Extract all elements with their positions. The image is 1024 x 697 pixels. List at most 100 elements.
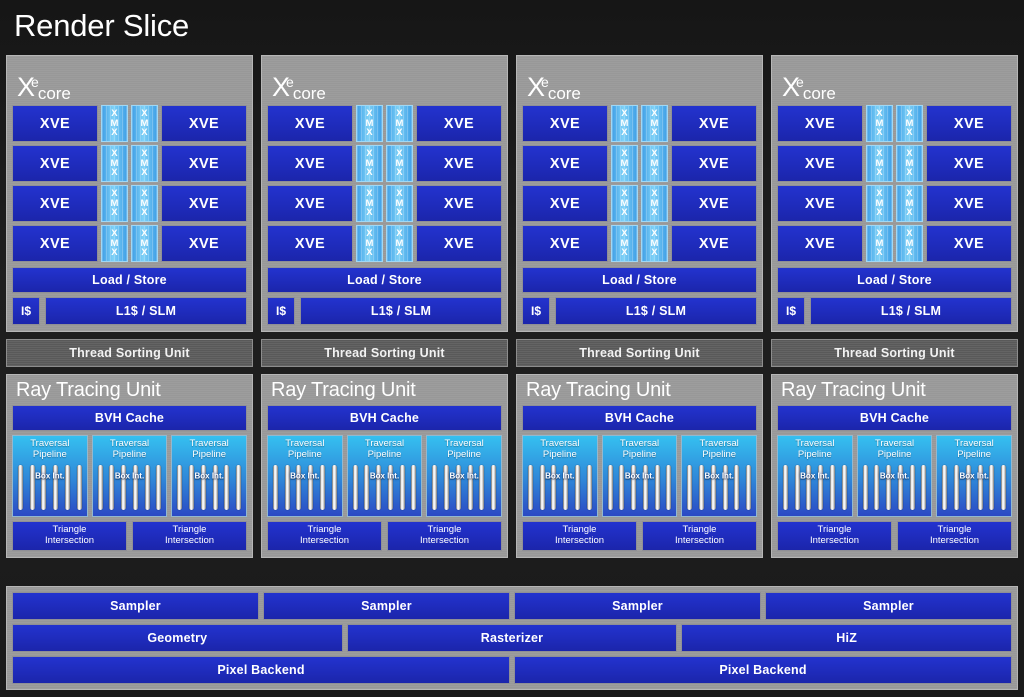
triangle-intersection[interactable]: Triangle Intersection	[642, 521, 757, 551]
xve-block[interactable]: XVE	[522, 145, 608, 182]
instruction-cache-block[interactable]: I$	[777, 297, 805, 325]
xve-block[interactable]: XVE	[522, 185, 608, 222]
thread-sorting-unit[interactable]: Thread Sorting Unit	[516, 339, 763, 367]
xve-block[interactable]: XVE	[777, 105, 863, 142]
xve-block[interactable]: XVE	[267, 105, 353, 142]
xmx-block[interactable]: X M X	[386, 145, 413, 182]
traversal-pipeline[interactable]: Traversal Pipeline Box Int.	[601, 435, 678, 517]
instruction-cache-block[interactable]: I$	[522, 297, 550, 325]
xve-block[interactable]: XVE	[12, 145, 98, 182]
instruction-cache-block[interactable]: I$	[267, 297, 295, 325]
xve-block[interactable]: XVE	[671, 105, 757, 142]
xmx-block[interactable]: X M X	[896, 185, 923, 222]
xmx-block[interactable]: X M X	[866, 185, 893, 222]
load-store-block[interactable]: Load / Store	[12, 267, 247, 293]
xmx-block[interactable]: X M X	[386, 105, 413, 142]
l1-slm-block[interactable]: L1$ / SLM	[300, 297, 502, 325]
traversal-pipeline[interactable]: Traversal Pipeline Box Int.	[522, 435, 598, 517]
xve-block[interactable]: XVE	[161, 185, 247, 222]
xve-block[interactable]: XVE	[161, 105, 247, 142]
xve-block[interactable]: XVE	[926, 225, 1012, 262]
triangle-intersection[interactable]: Triangle Intersection	[897, 521, 1012, 551]
xve-block[interactable]: XVE	[12, 105, 98, 142]
thread-sorting-unit[interactable]: Thread Sorting Unit	[261, 339, 508, 367]
traversal-pipeline[interactable]: Traversal Pipeline Box Int.	[346, 435, 423, 517]
xmx-block[interactable]: X M X	[641, 105, 668, 142]
triangle-intersection[interactable]: Triangle Intersection	[12, 521, 127, 551]
triangle-intersection[interactable]: Triangle Intersection	[267, 521, 382, 551]
pixel-backend-block[interactable]: Pixel Backend	[12, 656, 510, 684]
xve-block[interactable]: XVE	[926, 105, 1012, 142]
traversal-pipeline[interactable]: Traversal Pipeline Box Int.	[91, 435, 168, 517]
xve-block[interactable]: XVE	[522, 105, 608, 142]
traversal-pipeline[interactable]: Traversal Pipeline Box Int.	[936, 435, 1013, 517]
triangle-intersection[interactable]: Triangle Intersection	[522, 521, 637, 551]
xmx-block[interactable]: X M X	[896, 145, 923, 182]
traversal-pipeline[interactable]: Traversal Pipeline Box Int.	[267, 435, 343, 517]
xve-block[interactable]: XVE	[267, 225, 353, 262]
xve-block[interactable]: XVE	[671, 225, 757, 262]
xmx-block[interactable]: X M X	[866, 225, 893, 262]
xve-block[interactable]: XVE	[12, 225, 98, 262]
xmx-block[interactable]: X M X	[896, 105, 923, 142]
xmx-block[interactable]: X M X	[101, 105, 128, 142]
xmx-block[interactable]: X M X	[131, 105, 158, 142]
traversal-pipeline[interactable]: Traversal Pipeline Box Int.	[777, 435, 853, 517]
xve-block[interactable]: XVE	[416, 105, 502, 142]
traversal-pipeline[interactable]: Traversal Pipeline Box Int.	[12, 435, 88, 517]
traversal-pipeline[interactable]: Traversal Pipeline Box Int.	[681, 435, 758, 517]
l1-slm-block[interactable]: L1$ / SLM	[810, 297, 1012, 325]
sampler-block[interactable]: Sampler	[514, 592, 761, 620]
xve-block[interactable]: XVE	[777, 185, 863, 222]
xve-block[interactable]: XVE	[522, 225, 608, 262]
load-store-block[interactable]: Load / Store	[777, 267, 1012, 293]
thread-sorting-unit[interactable]: Thread Sorting Unit	[6, 339, 253, 367]
sampler-block[interactable]: Sampler	[12, 592, 259, 620]
xve-block[interactable]: XVE	[12, 185, 98, 222]
xve-block[interactable]: XVE	[267, 185, 353, 222]
traversal-pipeline[interactable]: Traversal Pipeline Box Int.	[426, 435, 503, 517]
xve-block[interactable]: XVE	[671, 145, 757, 182]
xmx-block[interactable]: X M X	[641, 145, 668, 182]
xmx-block[interactable]: X M X	[611, 105, 638, 142]
xmx-block[interactable]: X M X	[896, 225, 923, 262]
bvh-cache-block[interactable]: BVH Cache	[777, 405, 1012, 431]
fixed-function-block[interactable]: Geometry	[12, 624, 343, 652]
sampler-block[interactable]: Sampler	[263, 592, 510, 620]
xmx-block[interactable]: X M X	[356, 185, 383, 222]
thread-sorting-unit[interactable]: Thread Sorting Unit	[771, 339, 1018, 367]
triangle-intersection[interactable]: Triangle Intersection	[387, 521, 502, 551]
xve-block[interactable]: XVE	[416, 145, 502, 182]
xve-block[interactable]: XVE	[926, 145, 1012, 182]
bvh-cache-block[interactable]: BVH Cache	[267, 405, 502, 431]
traversal-pipeline[interactable]: Traversal Pipeline Box Int.	[171, 435, 248, 517]
xve-block[interactable]: XVE	[416, 225, 502, 262]
bvh-cache-block[interactable]: BVH Cache	[522, 405, 757, 431]
xmx-block[interactable]: X M X	[131, 185, 158, 222]
xmx-block[interactable]: X M X	[611, 185, 638, 222]
xmx-block[interactable]: X M X	[356, 145, 383, 182]
l1-slm-block[interactable]: L1$ / SLM	[555, 297, 757, 325]
load-store-block[interactable]: Load / Store	[522, 267, 757, 293]
load-store-block[interactable]: Load / Store	[267, 267, 502, 293]
xmx-block[interactable]: X M X	[101, 145, 128, 182]
xmx-block[interactable]: X M X	[356, 105, 383, 142]
triangle-intersection[interactable]: Triangle Intersection	[132, 521, 247, 551]
bvh-cache-block[interactable]: BVH Cache	[12, 405, 247, 431]
xve-block[interactable]: XVE	[777, 225, 863, 262]
xmx-block[interactable]: X M X	[866, 105, 893, 142]
xmx-block[interactable]: X M X	[386, 185, 413, 222]
xmx-block[interactable]: X M X	[101, 185, 128, 222]
xve-block[interactable]: XVE	[161, 225, 247, 262]
xmx-block[interactable]: X M X	[131, 225, 158, 262]
fixed-function-block[interactable]: Rasterizer	[346, 624, 678, 652]
instruction-cache-block[interactable]: I$	[12, 297, 40, 325]
xmx-block[interactable]: X M X	[101, 225, 128, 262]
xmx-block[interactable]: X M X	[386, 225, 413, 262]
xve-block[interactable]: XVE	[777, 145, 863, 182]
xmx-block[interactable]: X M X	[641, 185, 668, 222]
xve-block[interactable]: XVE	[671, 185, 757, 222]
pixel-backend-block[interactable]: Pixel Backend	[514, 656, 1012, 684]
xve-block[interactable]: XVE	[926, 185, 1012, 222]
xve-block[interactable]: XVE	[161, 145, 247, 182]
